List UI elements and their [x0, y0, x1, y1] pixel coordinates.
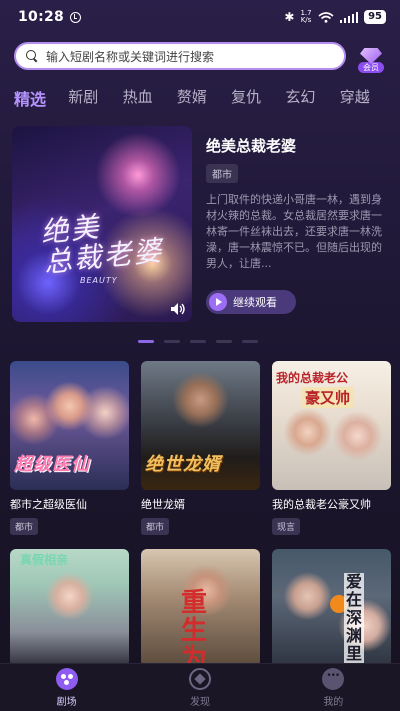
featured-genre-tag: 都市: [206, 164, 238, 183]
discover-icon: [188, 667, 211, 690]
tab-son-in-law[interactable]: 赘婿: [177, 86, 231, 108]
drama-genre-tag: 都市: [141, 518, 170, 535]
search-icon: [26, 50, 38, 62]
featured-description: 上门取件的快递小哥唐一林，遇到身材火辣的总裁。女总裁居然要求唐一林寄一件丝袜出去…: [206, 193, 382, 270]
poster-art-text: 真假相亲: [20, 553, 69, 567]
bottom-navigation: 剧场 发现 我的: [0, 663, 400, 711]
network-speed: 1.7 K/s: [300, 9, 312, 24]
drama-card[interactable]: 我的总裁老公 豪又帅 我的总裁老公豪又帅 现言: [272, 361, 391, 535]
search-input[interactable]: 输入短剧名称或关键词进行搜索: [14, 42, 346, 70]
status-bar: 10:28 ✱ 1.7 K/s 95: [0, 0, 400, 34]
pager-dot[interactable]: [190, 340, 206, 343]
vip-button[interactable]: 会员: [354, 39, 388, 73]
drama-card[interactable]: 真假相亲: [10, 549, 129, 667]
tab-time-travel[interactable]: 穿越: [340, 86, 394, 108]
drama-title[interactable]: 都市之超级医仙: [10, 496, 129, 512]
tab-revenge[interactable]: 复仇: [231, 86, 285, 108]
drama-title[interactable]: 我的总裁老公豪又帅: [272, 496, 391, 512]
drama-title[interactable]: 绝世龙婿: [141, 496, 260, 512]
battery-indicator: 95: [364, 10, 386, 24]
nav-label: 我的: [323, 696, 344, 708]
featured-poster-subtext: BEAUTY: [80, 276, 118, 285]
drama-poster[interactable]: 重生为: [141, 549, 260, 667]
nav-discover[interactable]: 发现: [160, 667, 240, 708]
drama-card[interactable]: 超级医仙 都市之超级医仙 都市: [10, 361, 129, 535]
theater-icon: [55, 667, 78, 690]
nav-profile[interactable]: 我的: [293, 667, 373, 708]
nav-theater[interactable]: 剧场: [27, 667, 107, 708]
continue-watching-button[interactable]: 继续观看: [206, 290, 296, 314]
tab-new[interactable]: 新剧: [68, 86, 122, 108]
tab-fantasy[interactable]: 玄幻: [285, 86, 339, 108]
drama-poster[interactable]: 爱在深渊里: [272, 549, 391, 667]
wifi-icon: [318, 11, 334, 23]
pager-dot[interactable]: [242, 340, 258, 343]
drama-poster[interactable]: 超级医仙: [10, 361, 129, 490]
nav-label: 剧场: [56, 696, 77, 708]
featured-title[interactable]: 绝美总裁老婆: [206, 135, 296, 156]
pager-dot[interactable]: [164, 340, 180, 343]
poster-art-text: 豪又帅: [302, 387, 354, 408]
alarm-icon: [70, 11, 82, 23]
category-tabs: 精选 新剧 热血 赘婿 复仇 玄幻 穿越: [14, 86, 394, 109]
play-icon: [209, 293, 227, 311]
tab-action[interactable]: 热血: [123, 86, 177, 108]
carousel-pager: [138, 340, 258, 343]
poster-art-text: 我的总裁老公: [276, 371, 349, 385]
profile-icon: [322, 667, 345, 690]
drama-card[interactable]: 绝世龙婿 绝世龙婿 都市: [141, 361, 260, 535]
search-placeholder: 输入短剧名称或关键词进行搜索: [46, 49, 215, 64]
volume-icon[interactable]: [170, 302, 186, 316]
status-time: 10:28: [18, 9, 65, 25]
drama-grid: 超级医仙 都市之超级医仙 都市 绝世龙婿 绝世龙婿 都市 我的总裁老公 豪又帅 …: [10, 361, 391, 667]
nav-label: 发现: [189, 696, 210, 708]
drama-card[interactable]: 爱在深渊里: [272, 549, 391, 667]
drama-genre-tag: 现言: [272, 518, 301, 535]
drama-poster[interactable]: 绝世龙婿: [141, 361, 260, 490]
poster-art-text: 爱在深渊里: [344, 572, 364, 663]
bluetooth-icon: ✱: [284, 10, 295, 24]
continue-watching-label: 继续观看: [233, 296, 277, 309]
pager-dot[interactable]: [138, 340, 154, 343]
drama-card[interactable]: 重生为: [141, 549, 260, 667]
drama-poster[interactable]: 真假相亲: [10, 549, 129, 667]
search-row: 输入短剧名称或关键词进行搜索 会员: [14, 39, 388, 73]
drama-poster[interactable]: 我的总裁老公 豪又帅: [272, 361, 391, 490]
pager-dot[interactable]: [216, 340, 232, 343]
signal-icon: [339, 11, 359, 23]
poster-art-text: 超级医仙: [14, 454, 90, 475]
featured-poster[interactable]: 绝美 总裁老婆 BEAUTY: [12, 126, 192, 322]
featured-poster-art-text: 绝美 总裁老婆: [38, 210, 165, 280]
drama-genre-tag: 都市: [10, 518, 39, 535]
tab-featured[interactable]: 精选: [14, 86, 68, 109]
poster-art-text: 重生为: [181, 588, 208, 667]
poster-art-text: 绝世龙婿: [145, 454, 221, 475]
